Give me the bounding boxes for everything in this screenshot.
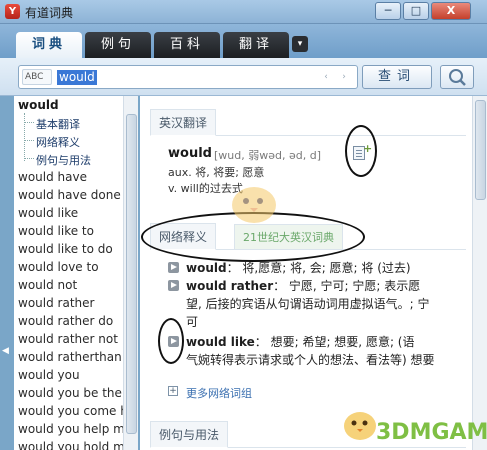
play-icon[interactable] [168,262,179,273]
list-item[interactable]: would ratherthan [18,350,122,364]
close-button[interactable]: X [431,2,471,20]
section-tab-en-cn[interactable]: 英汉翻译 [150,109,217,136]
tab-dictionary[interactable]: 词典 [16,32,82,58]
net-entry-term[interactable]: would rather [186,279,273,293]
back-icon[interactable]: ‹ [319,69,333,85]
net-entry-text: ： 想要; 希望; 想要, 愿意; (语 [254,335,415,349]
tree-tick [24,140,34,141]
scrollbar-thumb[interactable] [126,114,137,434]
search-input[interactable]: would [57,70,97,85]
phonetic: [wud, 弱wəd, əd, d] [214,149,321,162]
maximize-button[interactable]: □ [403,2,429,20]
title-bar: Y 有道词典 ─ □ X [0,0,487,24]
scrollbar-thumb[interactable] [475,100,486,200]
mascot-watermark-icon [232,187,276,223]
list-item[interactable]: would like to [18,224,94,238]
collapse-arrow-icon[interactable]: ◀ [2,346,9,356]
search-button[interactable] [440,65,474,89]
list-item[interactable]: would rather do [18,314,113,328]
list-item[interactable]: would you be the s [18,386,132,400]
section-tab-usage[interactable]: 例句与用法 [150,421,229,448]
tree-item-basic[interactable]: 基本翻译 [36,116,80,132]
list-item[interactable]: would you come h [18,404,128,418]
net-entry-text: ： 宁愿, 宁可; 宁愿; 表示愿 [273,279,421,293]
expand-icon[interactable]: + [168,386,178,396]
net-entry-text: ： 将,愿意; 将, 会; 愿意; 将 (过去) [226,261,411,275]
search-bar: ABC would ‹ › 查词 [0,58,487,96]
tab-encyclopedia[interactable]: 百科 [154,32,220,58]
tree-guide [24,113,25,161]
net-entry: would like： 想要; 希望; 想要, 愿意; (语 [186,333,414,350]
list-item[interactable]: would rather [18,296,94,310]
annotation-circle [345,125,377,177]
definition-scrollbar[interactable] [472,96,487,450]
net-entry-continued: 望, 后接的宾语从句谓语动词用虚拟语气。; 宁 [186,297,430,311]
section-header-translation: 英汉翻译 [150,109,466,136]
tree-item-web[interactable]: 网络释义 [36,134,80,150]
net-entry-continued: 可 [186,315,199,329]
app-logo-icon: Y [5,4,20,19]
tabs-more-icon[interactable]: ▾ [292,36,308,52]
annotation-circle [158,318,184,364]
list-item[interactable]: would you [18,368,80,382]
search-box: ABC would ‹ › [18,65,358,89]
list-item[interactable]: would rather not [18,332,118,346]
lookup-button[interactable]: 查词 [362,65,432,89]
list-item[interactable]: would like [18,206,78,220]
magnifier-icon [449,69,466,86]
language-select[interactable]: ABC [22,69,52,85]
tree-tick [24,122,34,123]
headword: would [168,146,212,161]
tree-item-examples[interactable]: 例句与用法 [36,152,91,168]
window-title: 有道词典 [25,6,74,20]
word-list-head[interactable]: would [18,98,59,112]
list-item[interactable]: would have done [18,188,121,202]
net-entry: would： 将,愿意; 将, 会; 愿意; 将 (过去) [186,259,411,276]
net-entry-term[interactable]: would like [186,335,255,349]
list-item[interactable]: would like to do [18,242,113,256]
minimize-button[interactable]: ─ [375,2,401,20]
word-list-panel: would 基本翻译 网络释义 例句与用法 would have would h… [14,96,138,450]
word-list-scrollbar[interactable] [123,96,138,450]
list-item[interactable]: would not [18,278,77,292]
net-entry: would rather： 宁愿, 宁可; 宁愿; 表示愿 [186,277,420,294]
tree-tick [24,158,34,159]
watermark-logo: 3DMGAME [376,420,487,445]
mascot-logo-icon [344,412,376,440]
side-collapse-strip[interactable]: ◀ [0,96,14,450]
net-entry-continued: 气婉转得表示请求或个人的想法、看法等) 想要 [186,353,435,367]
tab-examples[interactable]: 例句 [85,32,151,58]
more-phrases-link[interactable]: 更多网络词组 [186,385,252,401]
list-item[interactable]: would you help me [18,422,132,436]
definition-panel: 英汉翻译 would [wud, 弱wəd, əd, d] + aux. 将, … [140,96,472,450]
forward-icon[interactable]: › [337,69,351,85]
list-item[interactable]: would you hold my [18,440,132,450]
net-entry-term[interactable]: would [186,261,227,275]
tab-translate[interactable]: 翻译 [223,32,289,58]
main-tab-bar: 词典 例句 百科 翻译 ▾ [0,24,487,58]
list-item[interactable]: would love to [18,260,99,274]
play-icon[interactable] [168,280,179,291]
list-item[interactable]: would have [18,170,87,184]
